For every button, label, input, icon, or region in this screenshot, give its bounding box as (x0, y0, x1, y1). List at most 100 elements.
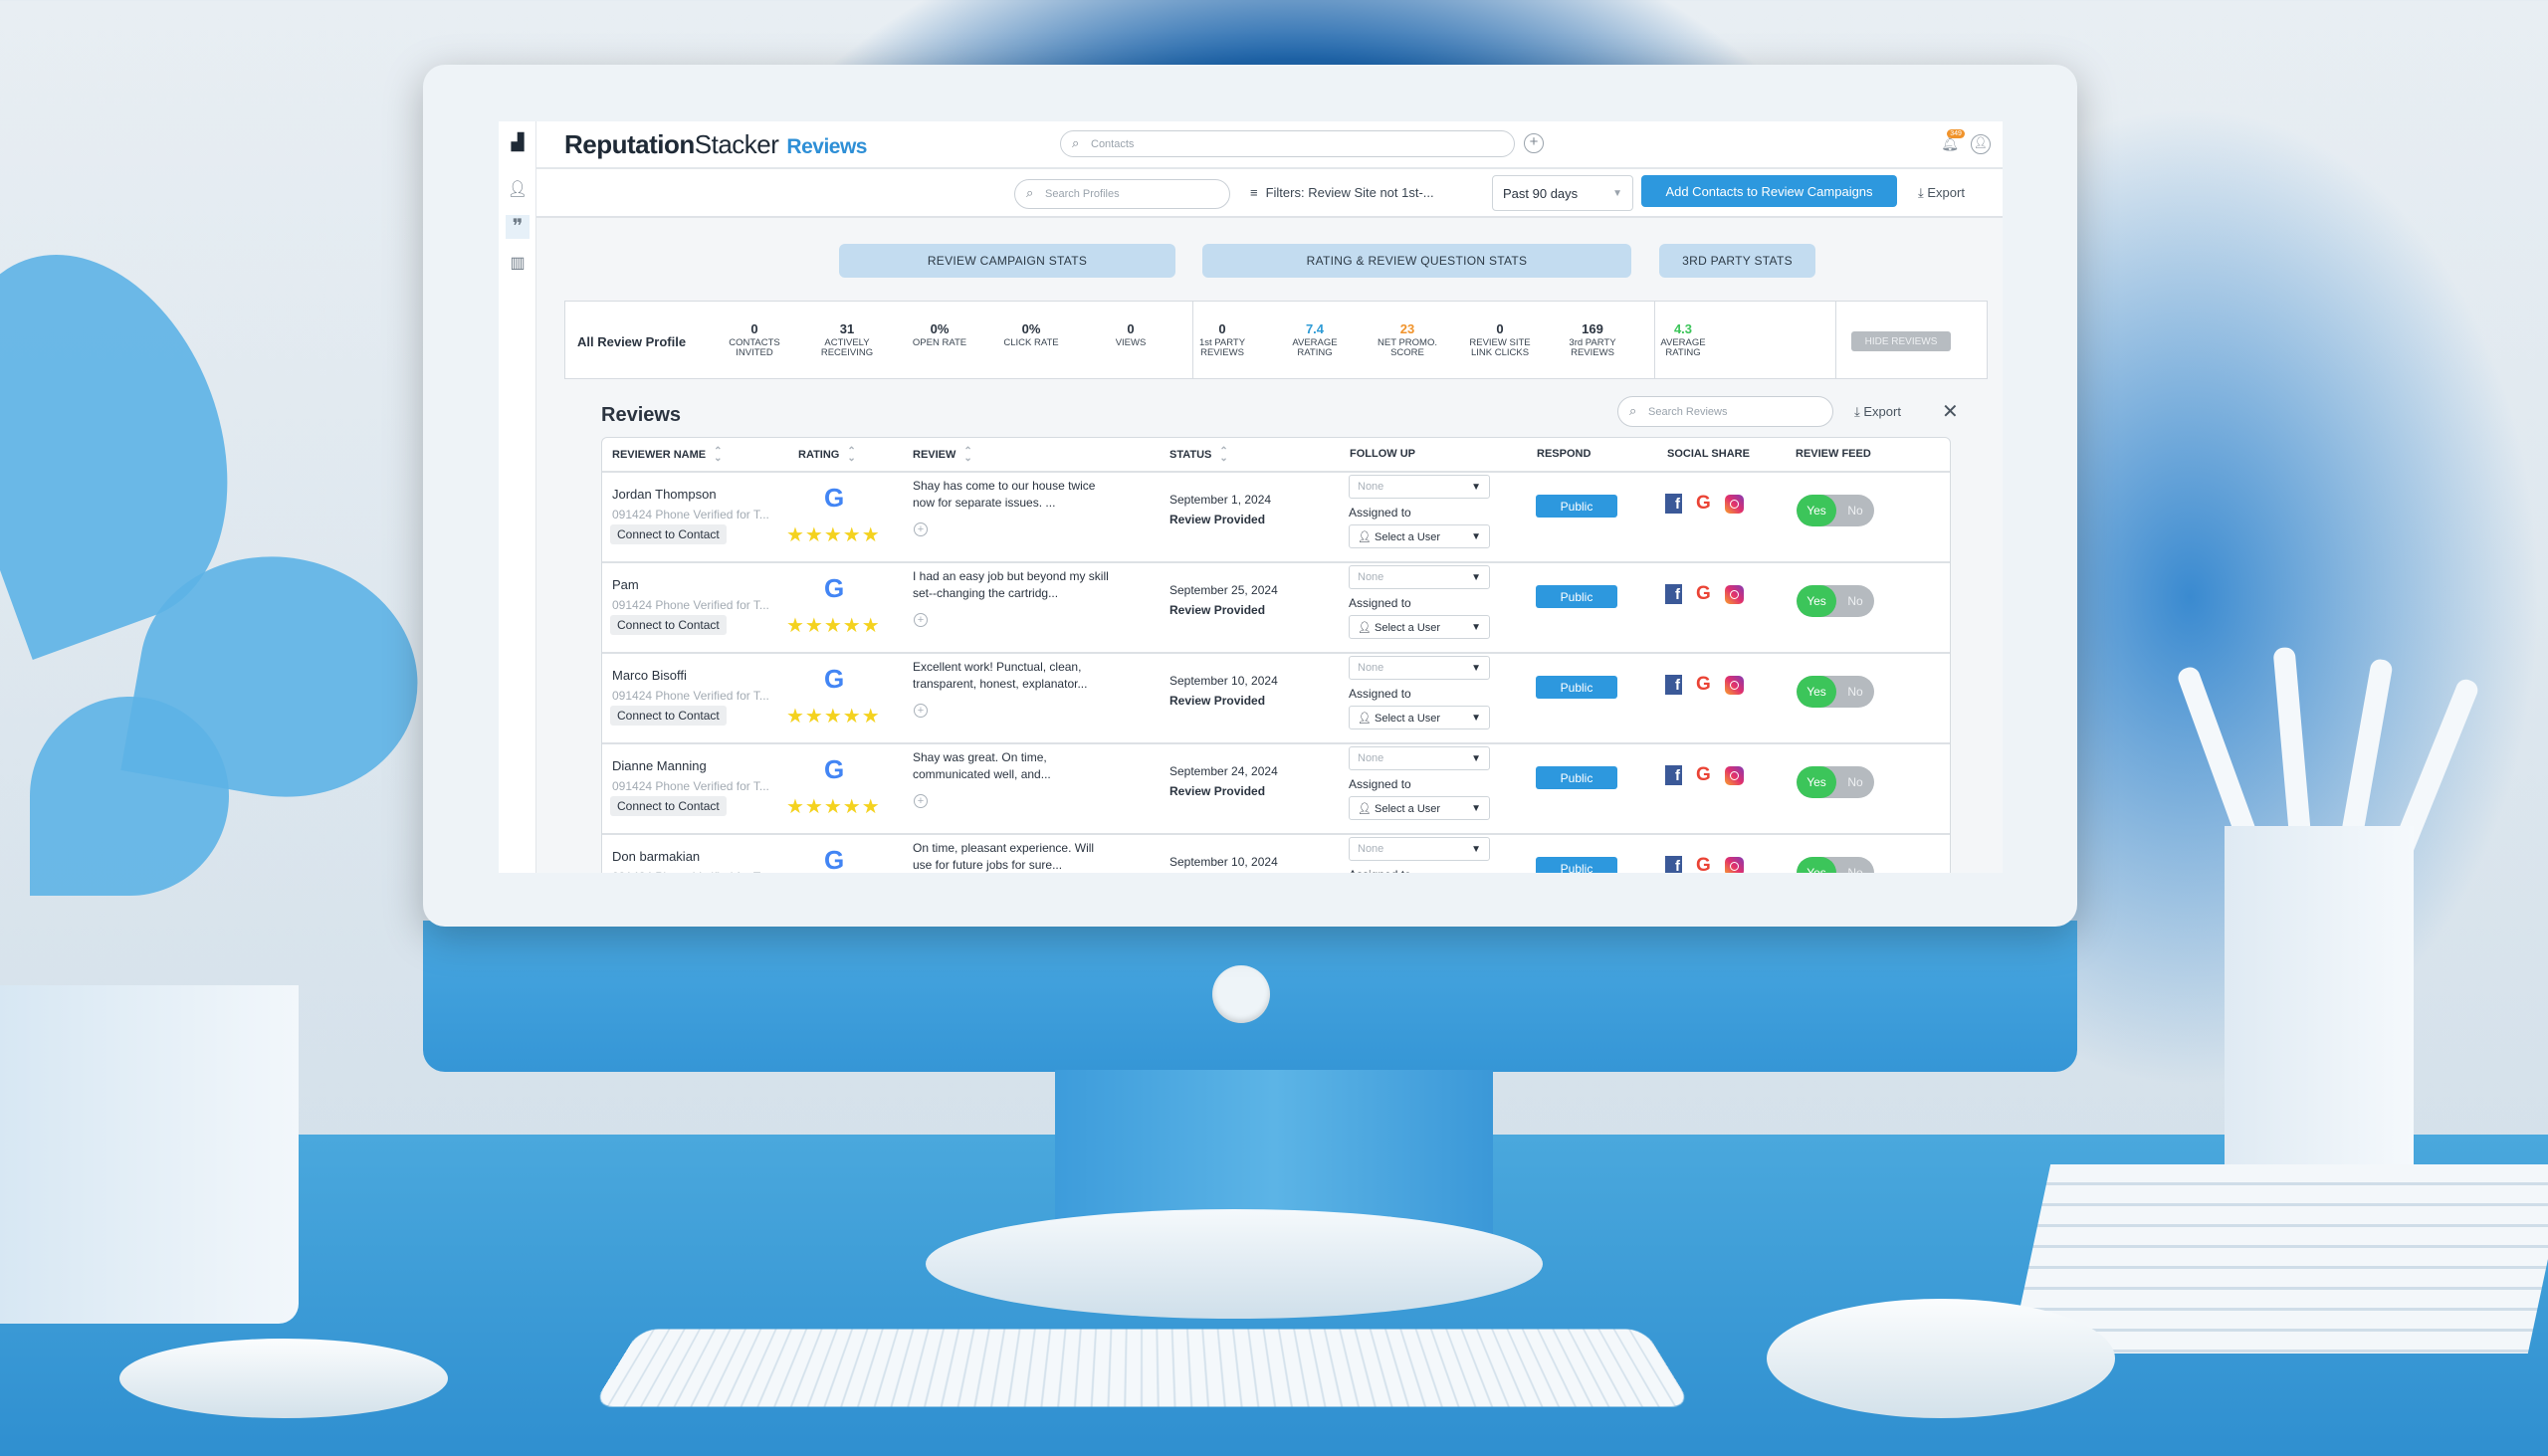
tab-review-campaign-stats[interactable]: REVIEW CAMPAIGN STATS (839, 244, 1175, 278)
brand-bold: Reputation (564, 129, 695, 159)
brand-light: Stacker (695, 129, 779, 159)
respond-public-button[interactable]: Public (1536, 676, 1617, 699)
google-share-icon[interactable]: G (1696, 493, 1711, 515)
facebook-icon[interactable]: f (1665, 856, 1682, 873)
search-reviews-input[interactable]: ⌕ Search Reviews (1617, 396, 1833, 427)
hide-reviews-button[interactable]: HIDE REVIEWS (1851, 331, 1951, 351)
toggle-no[interactable]: No (1836, 766, 1874, 798)
add-icon[interactable]: + (1524, 133, 1544, 153)
stat-value: 23 (1368, 321, 1447, 336)
facebook-icon[interactable]: f (1665, 675, 1682, 695)
reviewer-name[interactable]: Dianne Manning (612, 758, 707, 773)
reviewer-name[interactable]: Don barmakian (612, 849, 700, 864)
column-label: RESPOND (1537, 448, 1591, 460)
divider (1192, 302, 1193, 378)
respond-public-button[interactable]: Public (1536, 857, 1617, 873)
connect-to-contact-button[interactable]: Connect to Contact (610, 706, 727, 726)
respond-public-button[interactable]: Public (1536, 495, 1617, 518)
toggle-no[interactable]: No (1836, 857, 1874, 873)
review-feed-toggle[interactable]: Yes No (1797, 495, 1874, 526)
expand-icon[interactable]: + (914, 704, 928, 718)
toggle-no[interactable]: No (1836, 585, 1874, 617)
column-label: REVIEW (913, 449, 956, 461)
export-button[interactable]: ⤓ Export (1918, 185, 1965, 201)
connect-to-contact-button[interactable]: Connect to Contact (610, 615, 727, 635)
book-stack (2011, 1164, 2548, 1353)
reports-icon[interactable]: ▥ (506, 252, 530, 276)
toggle-no[interactable]: No (1836, 495, 1874, 526)
add-contacts-button[interactable]: Add Contacts to Review Campaigns (1641, 175, 1897, 207)
review-feed-toggle[interactable]: Yes No (1797, 585, 1874, 617)
assigned-to-label: Assigned to (1349, 596, 1411, 610)
expand-icon[interactable]: + (914, 613, 928, 627)
google-share-icon[interactable]: G (1696, 583, 1711, 605)
reviewer-name[interactable]: Marco Bisoffi (612, 668, 687, 683)
reviewer-name[interactable]: Jordan Thompson (612, 487, 717, 502)
google-share-icon[interactable]: G (1696, 855, 1711, 873)
assignee-value: Select a User (1375, 531, 1440, 543)
stat-item: 0% OPEN RATE (900, 321, 979, 348)
facebook-icon[interactable]: f (1665, 494, 1682, 514)
contact-icon[interactable]: 👤︎ (506, 178, 530, 202)
contacts-search-input[interactable]: ⌕ Contacts (1060, 130, 1515, 157)
toggle-yes[interactable]: Yes (1797, 766, 1836, 798)
review-feed-toggle[interactable]: Yes No (1797, 766, 1874, 798)
sort-icon[interactable]: ⌃ ⌄ (1219, 448, 1227, 462)
follow-up-select[interactable]: None ▼ (1349, 475, 1490, 499)
notification-bell-icon[interactable]: 🔔︎ 349 (1941, 135, 1959, 152)
filters-button[interactable]: ≡ Filters: Review Site not 1st-... (1250, 185, 1434, 200)
toggle-yes[interactable]: Yes (1797, 585, 1836, 617)
assignee-select[interactable]: 👤︎ Select a User ▼ (1349, 706, 1490, 729)
assignee-select[interactable]: 👤︎ Select a User ▼ (1349, 796, 1490, 820)
facebook-icon[interactable]: f (1665, 584, 1682, 604)
connect-to-contact-button[interactable]: Connect to Contact (610, 524, 727, 544)
column-header-rating[interactable]: RATING ⌃ ⌄ (798, 448, 856, 462)
instagram-icon[interactable] (1725, 766, 1744, 785)
signal-logo-icon[interactable]: ▟ (506, 131, 530, 155)
google-share-icon[interactable]: G (1696, 764, 1711, 786)
search-profiles-input[interactable]: ⌕ Search Profiles (1014, 179, 1230, 209)
follow-up-select[interactable]: None ▼ (1349, 656, 1490, 680)
assignee-select[interactable]: 👤︎ Select a User ▼ (1349, 524, 1490, 548)
sort-icon[interactable]: ⌃ ⌄ (963, 448, 971, 462)
instagram-icon[interactable] (1725, 857, 1744, 874)
tab-3rd-party-stats[interactable]: 3RD PARTY STATS (1659, 244, 1815, 278)
period-select[interactable]: Past 90 days ▼ (1492, 175, 1633, 211)
reviewer-subtext: 091424 Phone Verified for T... (612, 779, 769, 793)
toggle-yes[interactable]: Yes (1797, 857, 1836, 873)
instagram-icon[interactable] (1725, 585, 1744, 604)
column-header-review[interactable]: REVIEW ⌃ ⌄ (913, 448, 972, 462)
toggle-yes[interactable]: Yes (1797, 495, 1836, 526)
toggle-yes[interactable]: Yes (1797, 676, 1836, 708)
search-icon: ⌕ (1026, 185, 1033, 201)
respond-public-button[interactable]: Public (1536, 585, 1617, 608)
search-icon: ⌕ (1072, 135, 1079, 151)
user-avatar-icon[interactable]: 👤︎ (1971, 134, 1991, 154)
toggle-no[interactable]: No (1836, 676, 1874, 708)
reviews-export-button[interactable]: ⤓ Export (1854, 404, 1901, 420)
tab-rating-review-question-stats[interactable]: RATING & REVIEW QUESTION STATS (1202, 244, 1631, 278)
sort-icon[interactable]: ⌃ ⌄ (714, 448, 722, 462)
follow-up-select[interactable]: None ▼ (1349, 565, 1490, 589)
connect-to-contact-button[interactable]: Connect to Contact (610, 796, 727, 816)
sort-icon[interactable]: ⌃ ⌄ (847, 448, 855, 462)
facebook-icon[interactable]: f (1665, 765, 1682, 785)
app-logo[interactable]: ReputationStacker Reviews (564, 129, 867, 160)
reviewer-name[interactable]: Pam (612, 577, 639, 592)
follow-up-select[interactable]: None ▼ (1349, 746, 1490, 770)
reviews-quote-icon[interactable]: ❞ (506, 215, 530, 239)
close-icon[interactable]: ✕ (1942, 399, 1959, 424)
power-button[interactable] (1212, 965, 1270, 1023)
instagram-icon[interactable] (1725, 676, 1744, 695)
review-feed-toggle[interactable]: Yes No (1797, 857, 1874, 873)
expand-icon[interactable]: + (914, 522, 928, 536)
expand-icon[interactable]: + (914, 794, 928, 808)
assignee-select[interactable]: 👤︎ Select a User ▼ (1349, 615, 1490, 639)
follow-up-select[interactable]: None ▼ (1349, 837, 1490, 861)
instagram-icon[interactable] (1725, 495, 1744, 514)
review-feed-toggle[interactable]: Yes No (1797, 676, 1874, 708)
google-share-icon[interactable]: G (1696, 674, 1711, 696)
respond-public-button[interactable]: Public (1536, 766, 1617, 789)
column-header-reviewer-name[interactable]: REVIEWER NAME ⌃ ⌄ (612, 448, 723, 462)
column-header-status[interactable]: STATUS ⌃ ⌄ (1169, 448, 1228, 462)
